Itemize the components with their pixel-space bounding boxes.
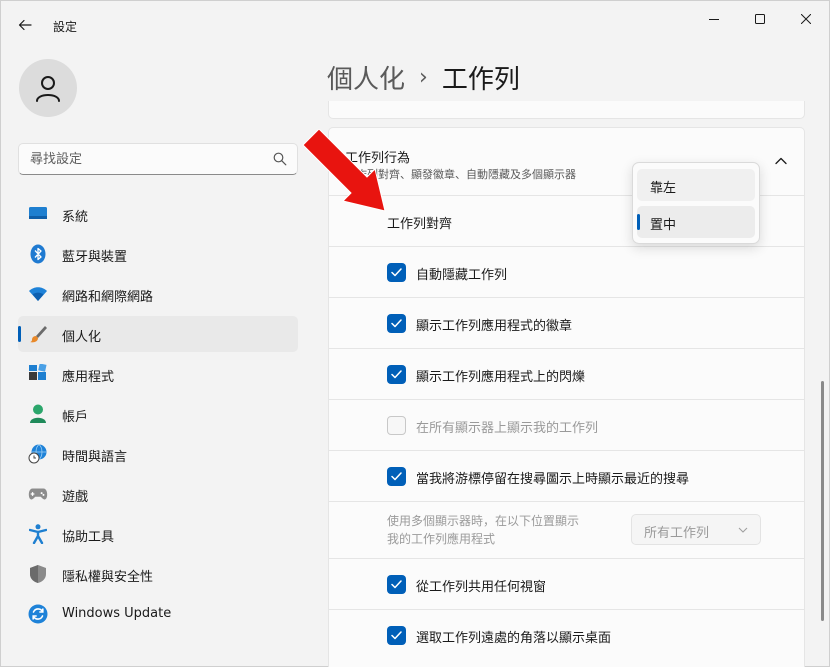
search-hover-row: 當我將游標停留在搜尋圖示上時顯示最近的搜尋 xyxy=(329,451,804,502)
app-title: 設定 xyxy=(53,20,78,34)
auto-hide-checkbox[interactable] xyxy=(387,263,406,282)
checkmark-icon xyxy=(391,319,402,328)
multi-display-select-value: 所有工作列 xyxy=(644,526,710,541)
share-window-checkbox[interactable] xyxy=(387,575,406,594)
sidebar-item-label: 個人化 xyxy=(62,330,102,345)
all-displays-row: 在所有顯示器上顯示我的工作列 xyxy=(329,400,804,451)
accessibility-icon xyxy=(28,524,48,544)
alignment-option-label: 置中 xyxy=(650,218,677,233)
user-icon xyxy=(36,76,60,102)
taskbar-alignment-dropdown: 靠左 置中 xyxy=(632,162,760,244)
show-badges-row: 顯示工作列應用程式的徽章 xyxy=(329,298,804,349)
multi-display-label-line2: 我的工作列應用程式 xyxy=(387,532,496,546)
sidebar-item-label: 藍牙與裝置 xyxy=(62,250,128,265)
show-flashing-checkbox[interactable] xyxy=(387,365,406,384)
shield-icon xyxy=(28,565,48,583)
update-icon xyxy=(28,604,48,624)
apps-icon xyxy=(28,364,48,383)
auto-hide-row: 自動隱藏工作列 xyxy=(329,247,804,298)
show-badges-label: 顯示工作列應用程式的徽章 xyxy=(416,319,573,334)
gamepad-icon xyxy=(28,485,48,503)
back-arrow-icon xyxy=(18,19,32,31)
checkmark-icon xyxy=(391,631,402,640)
scrollbar-thumb[interactable] xyxy=(821,381,824,621)
maximize-icon xyxy=(755,14,765,24)
sidebar-item-privacy[interactable]: 隱私權與安全性 xyxy=(18,556,298,592)
breadcrumb: 個人化 › 工作列 xyxy=(327,59,520,96)
back-button[interactable] xyxy=(11,11,39,39)
sidebar-item-windows-update[interactable]: Windows Update xyxy=(18,596,298,632)
settings-window: 設定 系統 xyxy=(0,0,830,667)
checkmark-icon xyxy=(391,370,402,379)
sidebar-item-label: 遊戲 xyxy=(62,490,89,505)
all-displays-label: 在所有顯示器上顯示我的工作列 xyxy=(416,421,599,436)
alignment-option-center[interactable]: 置中 xyxy=(637,206,755,238)
checkmark-icon xyxy=(391,268,402,277)
minimize-icon xyxy=(709,19,719,20)
title-bar: 設定 xyxy=(1,1,829,45)
show-flashing-label: 顯示工作列應用程式上的閃爍 xyxy=(416,370,586,385)
sidebar-item-label: 應用程式 xyxy=(62,370,115,385)
breadcrumb-separator: › xyxy=(419,65,428,90)
close-button[interactable] xyxy=(783,1,829,37)
page-title: 工作列 xyxy=(441,65,520,95)
search-hover-label: 當我將游標停留在搜尋圖示上時顯示最近的搜尋 xyxy=(416,472,690,487)
alignment-option-label: 靠左 xyxy=(650,181,677,196)
sidebar-item-accounts[interactable]: 帳戶 xyxy=(18,396,298,432)
far-corner-label: 選取工作列遠處的角落以顯示桌面 xyxy=(416,631,612,646)
share-window-label: 從工作列共用任何視窗 xyxy=(416,580,547,595)
previous-settings-card xyxy=(328,101,805,119)
alignment-option-left[interactable]: 靠左 xyxy=(637,169,755,201)
wifi-icon xyxy=(28,285,48,303)
search-icon[interactable] xyxy=(273,152,287,166)
sidebar-item-label: 系統 xyxy=(62,210,89,225)
share-window-row: 從工作列共用任何視窗 xyxy=(329,559,804,610)
multi-display-select: 所有工作列 xyxy=(631,514,761,545)
close-icon xyxy=(801,14,811,24)
search-input[interactable] xyxy=(19,144,259,174)
checkmark-icon xyxy=(391,580,402,589)
sidebar-item-network[interactable]: 網路和網際網路 xyxy=(18,276,298,312)
sidebar-item-label: 網路和網際網路 xyxy=(62,290,154,305)
search-hover-checkbox[interactable] xyxy=(387,467,406,486)
sidebar-item-label: 隱私權與安全性 xyxy=(62,570,154,585)
sidebar-item-label: 協助工具 xyxy=(62,530,115,545)
sidebar-item-label: Windows Update xyxy=(62,606,172,621)
checkmark-icon xyxy=(391,472,402,481)
show-badges-checkbox[interactable] xyxy=(387,314,406,333)
sidebar-item-time-language[interactable]: 時間與語言 xyxy=(18,436,298,472)
sidebar-item-bluetooth[interactable]: 藍牙與裝置 xyxy=(18,236,298,272)
show-flashing-row: 顯示工作列應用程式上的閃爍 xyxy=(329,349,804,400)
sidebar-item-system[interactable]: 系統 xyxy=(18,196,298,232)
taskbar-alignment-label: 工作列對齊 xyxy=(387,217,453,232)
sidebar-item-accessibility[interactable]: 協助工具 xyxy=(18,516,298,552)
maximize-button[interactable] xyxy=(737,1,783,37)
auto-hide-label: 自動隱藏工作列 xyxy=(416,268,508,283)
multi-display-label-line1: 使用多個顯示器時，在以下位置顯示 xyxy=(387,514,580,528)
person-icon xyxy=(28,404,48,423)
chevron-down-icon xyxy=(738,527,748,533)
sidebar-item-apps[interactable]: 應用程式 xyxy=(18,356,298,392)
search-box[interactable] xyxy=(18,143,298,175)
avatar[interactable] xyxy=(19,59,77,117)
far-corner-checkbox[interactable] xyxy=(387,626,406,645)
sidebar-item-gaming[interactable]: 遊戲 xyxy=(18,476,298,512)
monitor-icon xyxy=(28,205,48,223)
breadcrumb-parent[interactable]: 個人化 xyxy=(327,59,405,96)
far-corner-row: 選取工作列遠處的角落以顯示桌面 xyxy=(329,610,804,661)
brush-icon xyxy=(28,325,48,343)
sidebar-nav: 系統 藍牙與裝置 網路和網際網路 個人化 應用程式 帳戶 時間與語言 遊戲 協助… xyxy=(18,196,298,636)
minimize-button[interactable] xyxy=(691,1,737,37)
sidebar-item-label: 帳戶 xyxy=(62,410,89,425)
bluetooth-icon xyxy=(28,244,48,264)
globe-clock-icon xyxy=(28,444,48,464)
sidebar-item-personalization[interactable]: 個人化 xyxy=(18,316,298,352)
multi-display-row: 使用多個顯示器時，在以下位置顯示 我的工作列應用程式 所有工作列 xyxy=(329,502,804,559)
sidebar-item-label: 時間與語言 xyxy=(62,450,128,465)
chevron-up-icon[interactable] xyxy=(774,154,788,168)
multi-display-label: 使用多個顯示器時，在以下位置顯示 我的工作列應用程式 xyxy=(387,512,627,548)
all-displays-checkbox xyxy=(387,416,406,435)
red-arrow-icon xyxy=(302,129,386,212)
